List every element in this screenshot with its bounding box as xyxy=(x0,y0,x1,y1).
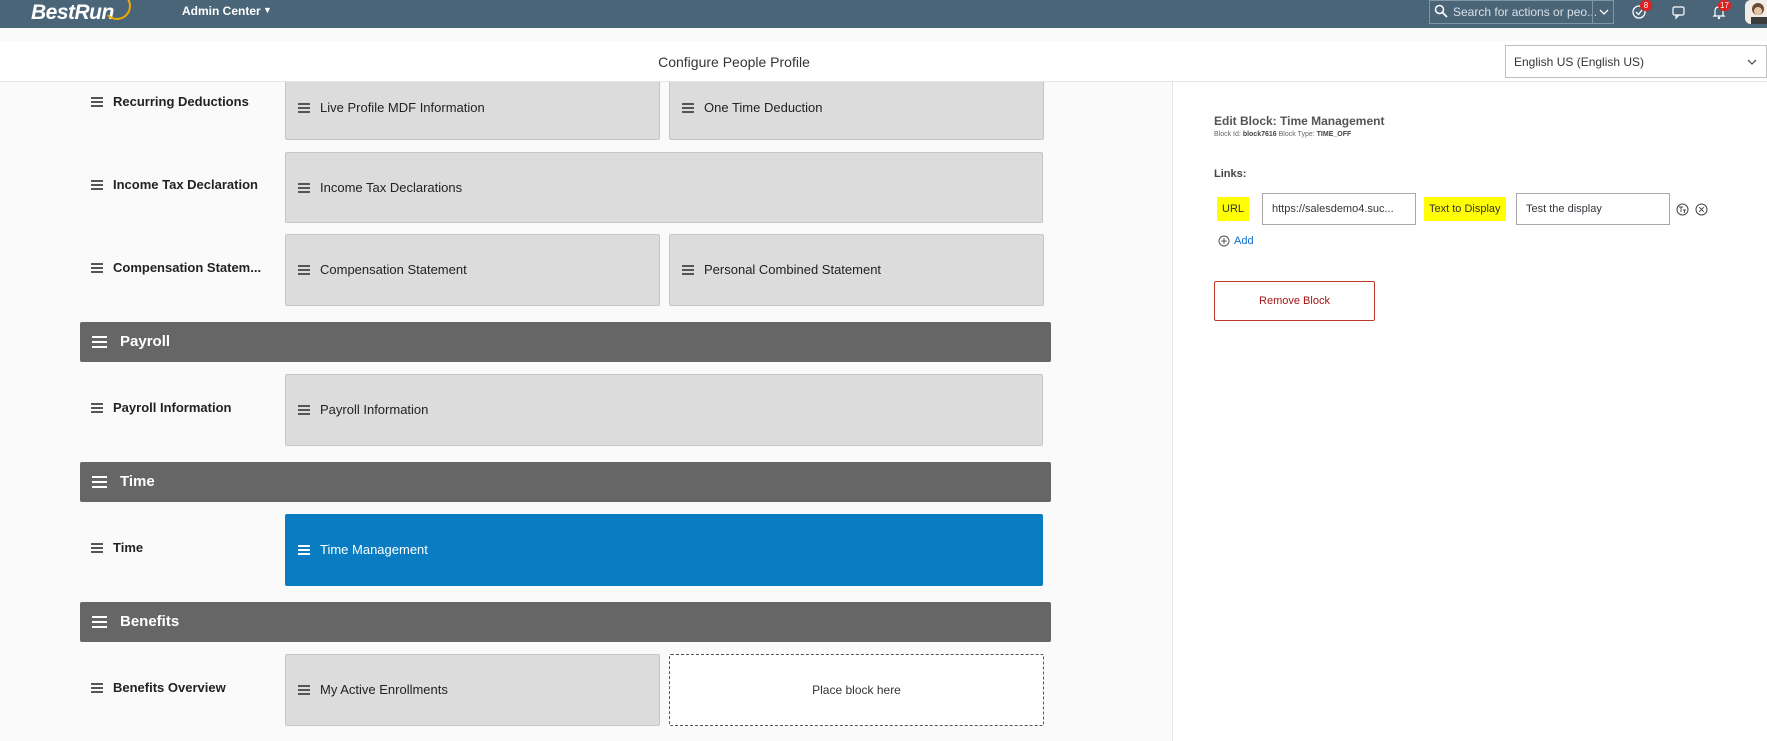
block-id-value: block7616 xyxy=(1242,131,1277,138)
admin-center-menu[interactable]: Admin Center xyxy=(182,4,261,18)
block-income-tax-declarations[interactable]: Income Tax Declarations xyxy=(285,152,1043,223)
drag-handle-icon[interactable] xyxy=(298,545,310,555)
drag-handle-icon[interactable] xyxy=(92,616,107,628)
row-label: Compensation Statem... xyxy=(113,260,262,275)
section-benefits[interactable]: Benefits xyxy=(80,602,1051,642)
url-label: URL xyxy=(1217,197,1250,221)
row-label: Benefits Overview xyxy=(113,680,226,695)
drag-handle-icon[interactable] xyxy=(91,180,103,190)
block-label: Live Profile MDF Information xyxy=(320,100,485,115)
text-to-display-label: Text to Display xyxy=(1424,197,1506,221)
drag-handle-icon[interactable] xyxy=(682,103,694,113)
drag-handle-icon[interactable] xyxy=(91,403,103,413)
remove-link-icon[interactable] xyxy=(1695,203,1708,216)
shell-header: BestRun Admin Center ▼ Search for action… xyxy=(0,0,1767,28)
url-input-value: https://salesdemo4.suc... xyxy=(1272,203,1394,215)
block-label: Personal Combined Statement xyxy=(704,262,882,277)
drag-handle-icon[interactable] xyxy=(298,182,310,193)
user-avatar[interactable] xyxy=(1745,0,1767,24)
block-type-value: TIME_OFF xyxy=(1316,131,1352,138)
links-label: Links: xyxy=(1214,168,1247,180)
chevron-down-icon[interactable]: ▼ xyxy=(263,5,272,15)
edit-block-panel: Edit Block: Time Management Block Id: bl… xyxy=(1172,82,1767,741)
drag-handle-icon[interactable] xyxy=(682,265,694,275)
block-compensation-statement[interactable]: Compensation Statement xyxy=(285,234,660,306)
search-placeholder: Search for actions or peo... xyxy=(1453,5,1598,19)
text-to-display-input[interactable]: Test the display xyxy=(1516,193,1670,225)
section-time[interactable]: Time xyxy=(80,462,1051,502)
notification-badge: 17 xyxy=(1718,0,1731,11)
block-label: One Time Deduction xyxy=(704,100,823,115)
page-header: Configure People Profile English US (Eng… xyxy=(0,41,1767,82)
search-icon xyxy=(1434,4,1448,18)
drag-handle-icon[interactable] xyxy=(91,97,103,107)
block-meta: Block Id: block7616 Block Type: TIME_OFF xyxy=(1214,131,1351,138)
block-label: Payroll Information xyxy=(320,402,429,417)
notifications-button[interactable]: 17 xyxy=(1710,0,1731,21)
drag-handle-icon[interactable] xyxy=(298,685,310,695)
block-id-label: Block Id: xyxy=(1214,131,1241,138)
section-title: Benefits xyxy=(120,613,180,630)
row-label: Income Tax Declaration xyxy=(113,177,258,192)
block-time-management[interactable]: Time Management xyxy=(285,514,1043,586)
search-input[interactable]: Search for actions or peo... xyxy=(1429,0,1614,24)
language-select[interactable]: English US (English US) xyxy=(1505,45,1767,78)
url-input[interactable]: https://salesdemo4.suc... xyxy=(1262,193,1416,225)
profile-layout-canvas: Recurring Deductions Live Profile MDF In… xyxy=(0,82,1172,741)
block-my-active-enrollments[interactable]: My Active Enrollments xyxy=(285,654,660,726)
chevron-down-icon xyxy=(1747,59,1757,65)
drag-handle-icon[interactable] xyxy=(298,405,310,415)
drag-handle-icon[interactable] xyxy=(92,476,107,488)
section-title: Time xyxy=(120,473,155,490)
section-title: Payroll xyxy=(120,333,171,350)
remove-block-label: Remove Block xyxy=(1259,295,1330,307)
row-label: Time xyxy=(113,540,144,555)
language-select-value: English US (English US) xyxy=(1514,55,1645,69)
block-label: Income Tax Declarations xyxy=(320,179,463,195)
block-one-time-deduction[interactable]: One Time Deduction xyxy=(669,82,1044,140)
todo-badge: 8 xyxy=(1640,0,1652,11)
block-type-label: Block Type: xyxy=(1278,131,1315,138)
feedback-button[interactable] xyxy=(1670,3,1688,21)
todo-button[interactable]: 8 xyxy=(1630,0,1652,21)
text-to-display-value: Test the display xyxy=(1526,203,1602,215)
chevron-down-icon xyxy=(1599,9,1609,15)
block-personal-combined-statement[interactable]: Personal Combined Statement xyxy=(669,234,1044,306)
block-live-profile-mdf[interactable]: Live Profile MDF Information xyxy=(285,82,660,140)
section-payroll[interactable]: Payroll xyxy=(80,322,1051,362)
row-label: Payroll Information xyxy=(113,400,232,415)
search-scope-dropdown[interactable] xyxy=(1592,0,1614,24)
page-title: Configure People Profile xyxy=(658,54,810,70)
drag-handle-icon[interactable] xyxy=(91,263,103,273)
block-label: Compensation Statement xyxy=(320,262,467,277)
block-drop-zone[interactable]: Place block here xyxy=(669,654,1044,726)
add-icon xyxy=(1218,235,1230,247)
user-photo-icon xyxy=(1745,0,1767,24)
drag-handle-icon[interactable] xyxy=(298,103,310,113)
drop-zone-label: Place block here xyxy=(812,683,901,697)
drag-handle-icon[interactable] xyxy=(298,265,310,275)
translate-icon[interactable] xyxy=(1676,203,1689,216)
add-link-label: Add xyxy=(1234,235,1254,247)
block-payroll-information[interactable]: Payroll Information xyxy=(285,374,1043,446)
chat-icon xyxy=(1672,6,1685,20)
drag-handle-icon[interactable] xyxy=(92,336,107,348)
drag-handle-icon[interactable] xyxy=(91,543,103,553)
edit-panel-title: Edit Block: Time Management xyxy=(1214,114,1385,128)
block-label: My Active Enrollments xyxy=(320,682,448,697)
drag-handle-icon[interactable] xyxy=(91,683,103,693)
block-label: Time Management xyxy=(320,542,428,557)
company-logo[interactable]: BestRun xyxy=(31,1,114,25)
row-label: Recurring Deductions xyxy=(113,94,249,109)
remove-block-button[interactable]: Remove Block xyxy=(1214,281,1375,321)
